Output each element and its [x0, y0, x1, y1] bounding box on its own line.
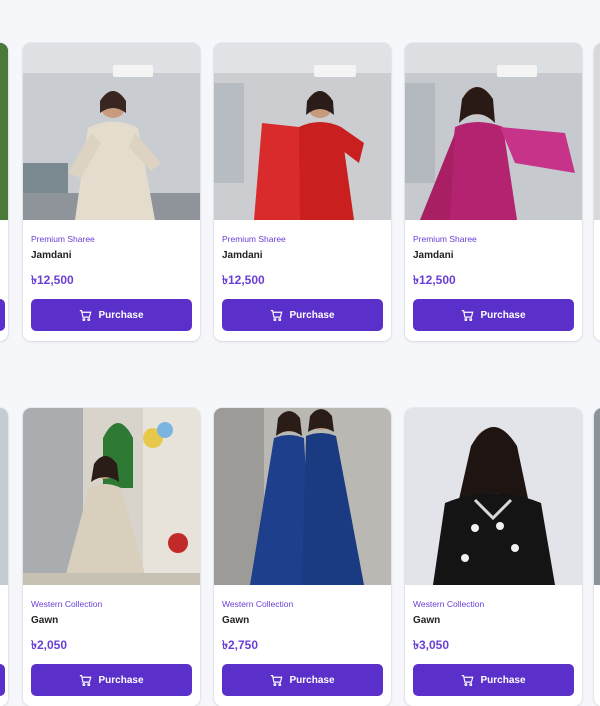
- product-card-partial-right: [594, 408, 600, 706]
- product-image: [0, 408, 8, 585]
- product-price: ৳12,500: [413, 273, 456, 287]
- product-name: Jamdani: [222, 250, 263, 261]
- product-image: [0, 43, 8, 220]
- product-price: ৳12,500: [222, 273, 265, 287]
- product-card: Western Collection Gawn ৳2,750 Purchase: [214, 408, 391, 706]
- purchase-button-partial[interactable]: [0, 299, 5, 331]
- product-card: Western Collection Gawn ৳2,050 Purchase: [23, 408, 200, 706]
- product-category: Western Collection: [222, 599, 294, 609]
- product-price: ৳3,050: [413, 638, 450, 652]
- purchase-button[interactable]: Purchase: [31, 664, 192, 696]
- product-card: Premium Sharee Jamdani ৳12,500 Purchase: [23, 43, 200, 341]
- product-category: Western Collection: [31, 599, 103, 609]
- purchase-button-label: Purchase: [289, 309, 335, 321]
- purchase-button-label: Purchase: [289, 674, 335, 686]
- purchase-button[interactable]: Purchase: [31, 299, 192, 331]
- product-name: Gawn: [222, 615, 250, 626]
- cart-icon: [462, 309, 474, 321]
- purchase-button-label: Purchase: [98, 674, 144, 686]
- purchase-button-label: Purchase: [480, 674, 526, 686]
- product-name: Gawn: [413, 615, 441, 626]
- purchase-button[interactable]: Purchase: [413, 664, 574, 696]
- cart-icon: [271, 674, 283, 686]
- purchase-button[interactable]: Purchase: [222, 299, 383, 331]
- product-image: [23, 43, 200, 220]
- product-card: Premium Sharee Jamdani ৳12,500 Purchase: [405, 43, 582, 341]
- product-card: Western Collection Gawn ৳3,050 Purchase: [405, 408, 582, 706]
- purchase-button[interactable]: Purchase: [222, 664, 383, 696]
- product-category: Premium Sharee: [222, 234, 286, 244]
- product-price: ৳12,500: [31, 273, 74, 287]
- product-card-partial-left: [0, 408, 8, 706]
- product-image: [214, 43, 391, 220]
- product-card-partial-right: [594, 43, 600, 341]
- product-card-partial-left: [0, 43, 8, 341]
- product-image: [594, 408, 600, 585]
- product-category: Premium Sharee: [413, 234, 477, 244]
- product-image: [214, 408, 391, 585]
- product-category: Premium Sharee: [31, 234, 95, 244]
- purchase-button-label: Purchase: [480, 309, 526, 321]
- purchase-button-label: Purchase: [98, 309, 144, 321]
- cart-icon: [80, 674, 92, 686]
- product-image: [405, 43, 582, 220]
- product-card: Premium Sharee Jamdani ৳12,500 Purchase: [214, 43, 391, 341]
- cart-icon: [80, 309, 92, 321]
- product-name: Jamdani: [413, 250, 454, 261]
- cart-icon: [271, 309, 283, 321]
- product-name: Jamdani: [31, 250, 72, 261]
- product-name: Gawn: [31, 615, 59, 626]
- product-price: ৳2,050: [31, 638, 68, 652]
- product-image: [23, 408, 200, 585]
- product-image: [594, 43, 600, 220]
- cart-icon: [462, 674, 474, 686]
- product-category: Western Collection: [413, 599, 485, 609]
- product-image: [405, 408, 582, 585]
- product-price: ৳2,750: [222, 638, 259, 652]
- purchase-button[interactable]: Purchase: [413, 299, 574, 331]
- purchase-button-partial[interactable]: [0, 664, 5, 696]
